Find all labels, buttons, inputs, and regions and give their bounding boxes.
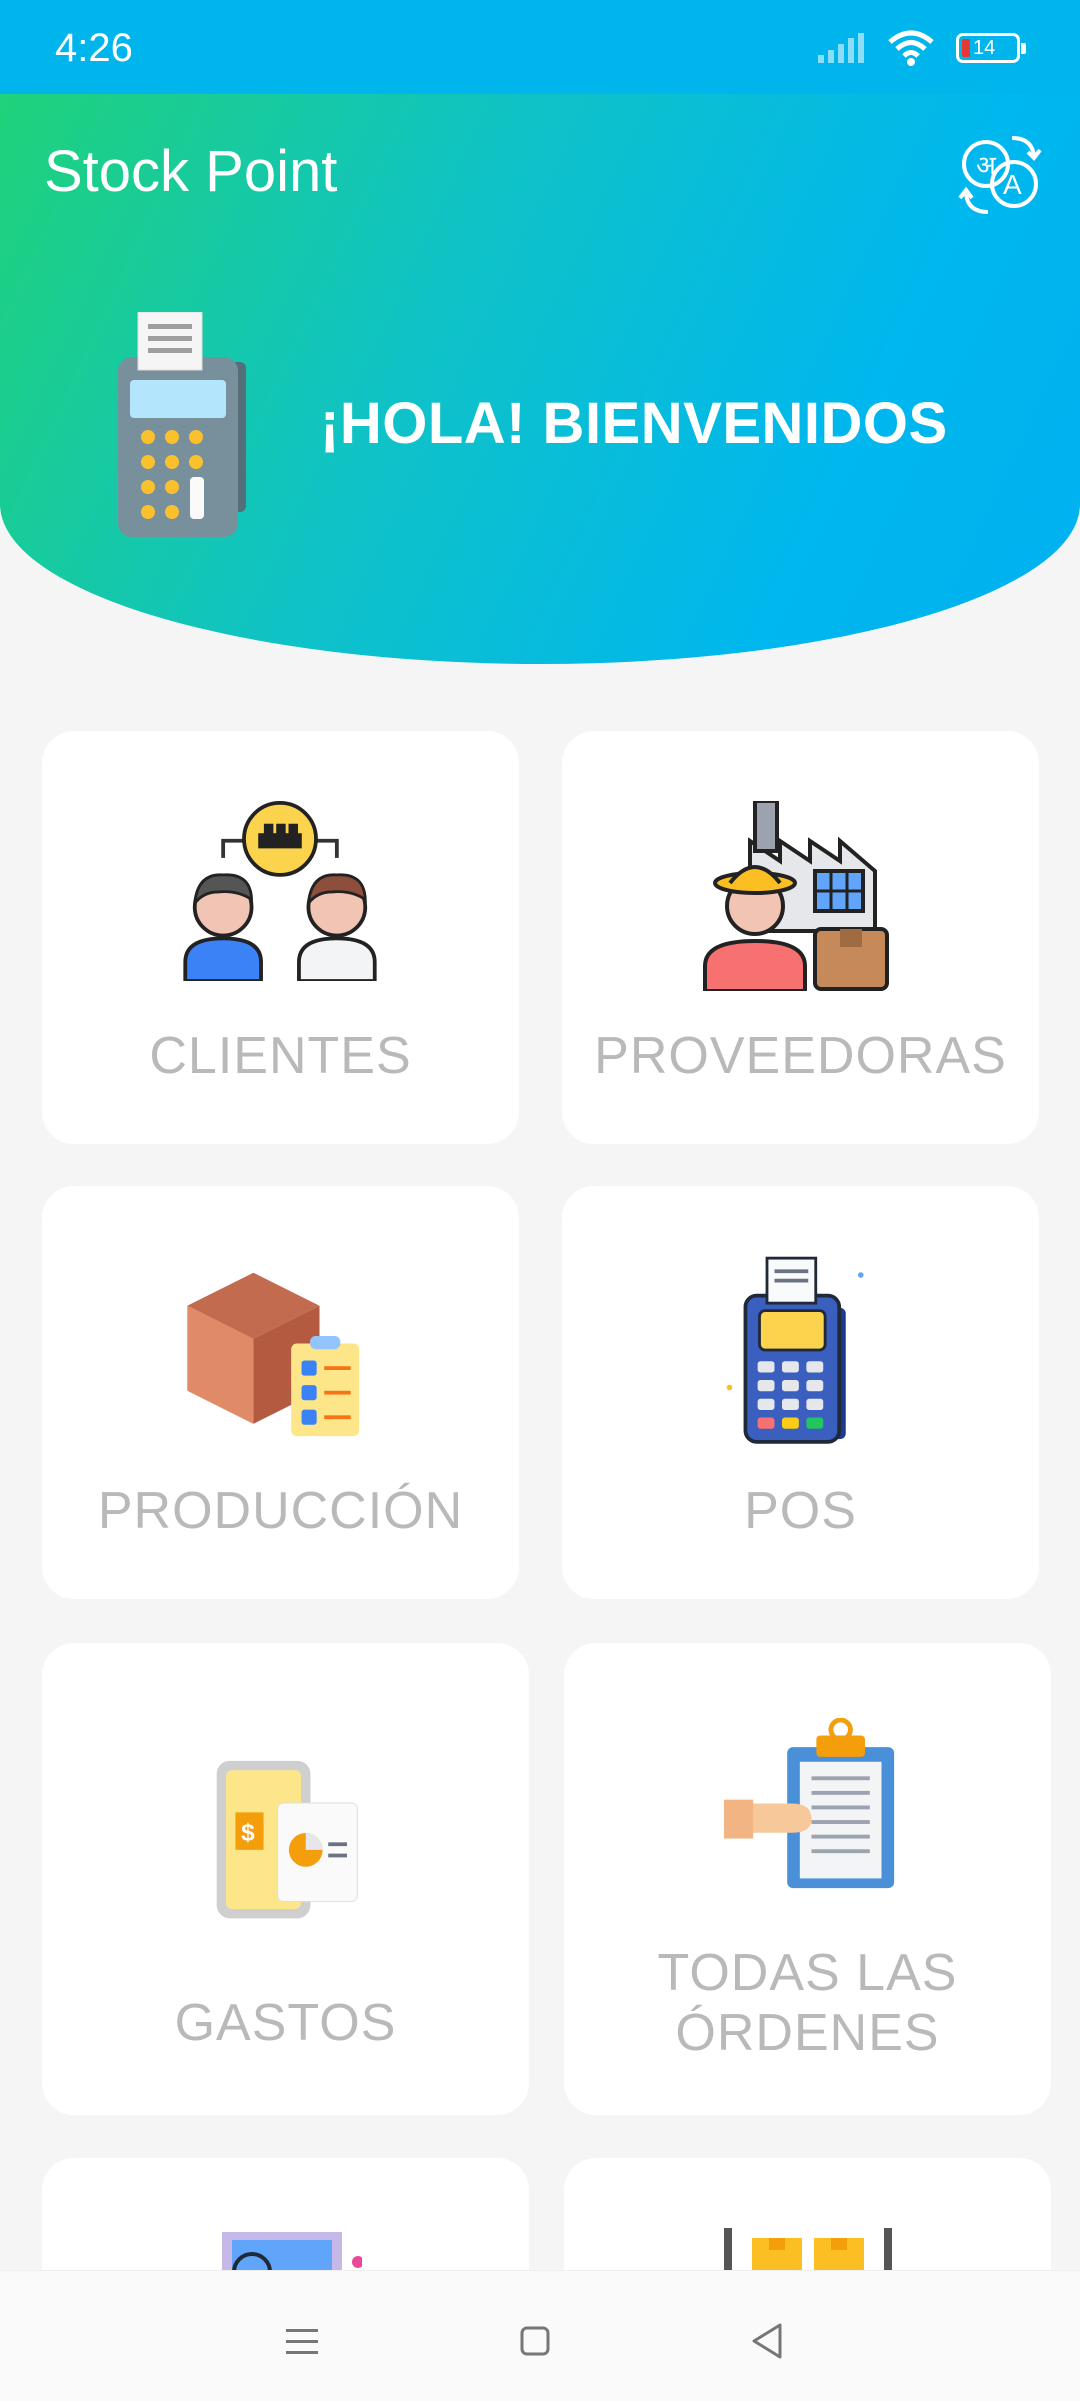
svg-text:$: $	[241, 1820, 255, 1847]
back-icon[interactable]	[738, 2311, 798, 2371]
card-pos[interactable]: POS	[562, 1186, 1039, 1599]
pos-hero-icon	[118, 312, 246, 537]
card-produccion-label: PRODUCCIÓN	[97, 1482, 464, 1540]
card-todas-ordenes-label: TODAS LAS ÓRDENES	[564, 1943, 1051, 2063]
card-todas-ordenes[interactable]: TODAS LAS ÓRDENES	[564, 1643, 1051, 2115]
system-nav-bar	[0, 2270, 1080, 2401]
card-clientes[interactable]: CLIENTES	[42, 731, 519, 1144]
card-clientes-label: CLIENTES	[149, 1027, 412, 1085]
card-gastos-label: GASTOS	[174, 1994, 397, 2052]
battery-icon: 14	[956, 33, 1026, 63]
signal-icon	[818, 33, 864, 63]
supplier-icon	[703, 801, 889, 991]
hero-header: Stock Point अ A ¡HOLA! BIENVENIDOS	[0, 94, 1080, 664]
battery-level: 14	[973, 37, 996, 59]
orders-clipboard-icon	[724, 1718, 895, 1889]
pos-terminal-icon	[726, 1256, 864, 1444]
card-proveedoras[interactable]: PROVEEDORAS	[562, 731, 1039, 1144]
svg-text:A: A	[1003, 169, 1022, 200]
card-todas-ordenes-line2: ÓRDENES	[675, 2004, 940, 2062]
app-title: Stock Point	[44, 139, 338, 204]
translate-icon[interactable]: अ A	[950, 124, 1050, 224]
home-icon[interactable]	[505, 2311, 565, 2371]
status-bar: 4:26 14	[0, 0, 1080, 94]
production-box-icon	[187, 1272, 360, 1437]
status-icons: 14	[818, 30, 1026, 66]
card-gastos[interactable]: $ GASTOS	[42, 1643, 529, 2115]
card-produccion[interactable]: PRODUCCIÓN	[42, 1186, 519, 1599]
menu-icon[interactable]	[272, 2311, 332, 2371]
card-pos-label: POS	[744, 1482, 857, 1540]
card-proveedoras-label: PROVEEDORAS	[594, 1027, 1007, 1085]
status-time: 4:26	[55, 26, 133, 70]
welcome-heading: ¡HOLA! BIENVENIDOS	[320, 391, 948, 456]
wifi-icon	[888, 30, 934, 66]
customers-icon	[183, 801, 377, 981]
card-todas-ordenes-line1: TODAS LAS	[657, 1944, 958, 2002]
expenses-icon: $	[216, 1760, 358, 1919]
